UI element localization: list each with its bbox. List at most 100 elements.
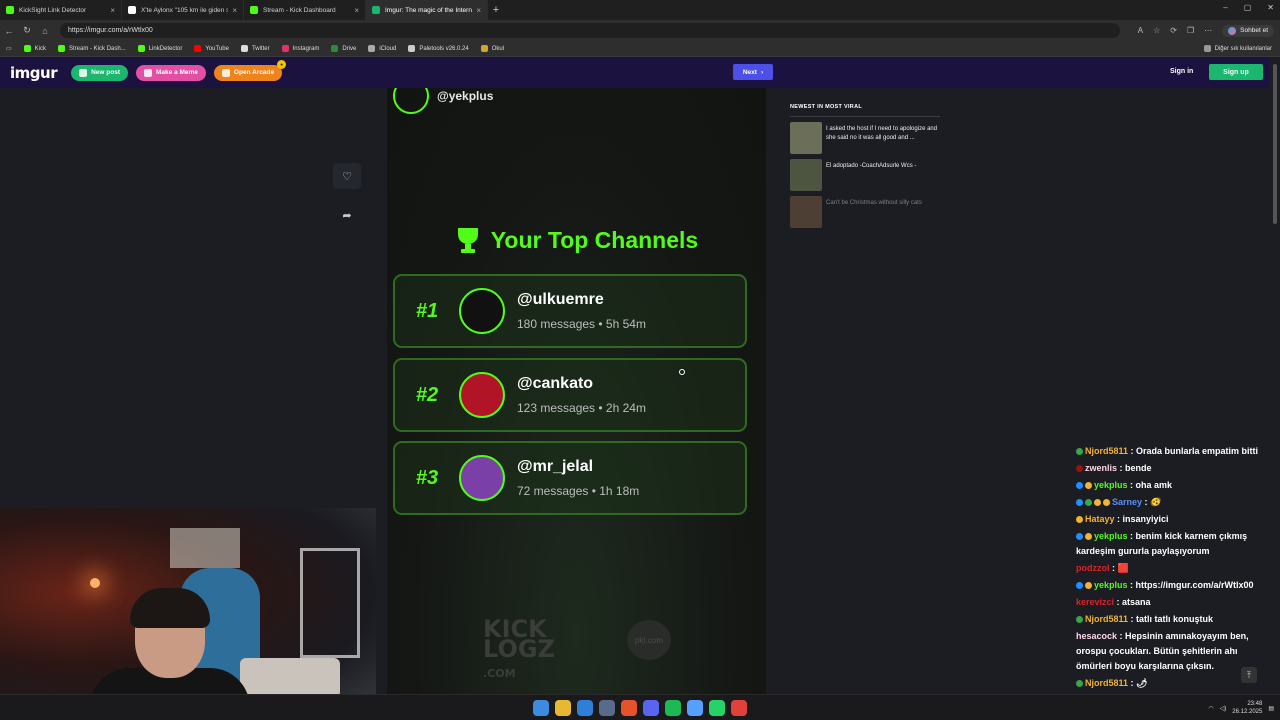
bookmark-item[interactable]: Paletools v26.0.24: [408, 45, 469, 52]
chat-badge-icon: [1076, 499, 1083, 507]
chat-username: Njord5811: [1085, 446, 1129, 456]
chat-text: 🟥: [1117, 563, 1129, 573]
chat-badge-icon: [1085, 482, 1092, 490]
share-button[interactable]: ➦: [333, 202, 361, 228]
edge-icon[interactable]: [577, 700, 593, 716]
browser-tab[interactable]: X'te Aylonx "105 km ile giden sürü×: [122, 0, 244, 20]
app-icon[interactable]: [687, 700, 703, 716]
chat-username: hesacock: [1076, 631, 1118, 641]
shelf: [300, 548, 360, 658]
file-explorer-icon[interactable]: [555, 700, 571, 716]
scroll-to-top-button[interactable]: ⤒: [1241, 667, 1257, 683]
chat-message: yekplus : oha amk: [1072, 477, 1277, 494]
apps-icon[interactable]: ▭: [6, 45, 12, 52]
bookmark-label: Twitter: [251, 45, 270, 52]
viral-post-item[interactable]: Can't be Christmas without silly cats: [790, 196, 940, 228]
new-post-button[interactable]: New post: [71, 64, 128, 81]
bookmark-item[interactable]: Stream - Kick Dash...: [58, 45, 126, 52]
browser-tab[interactable]: KickSight Link Detector ×: [0, 0, 122, 20]
open-arcade-button[interactable]: Open Arcade ●: [213, 59, 287, 81]
chat-username: podzzol: [1076, 563, 1110, 573]
bookmark-favicon-icon: [480, 45, 488, 52]
tab-favicon-icon: [372, 6, 380, 14]
meme-icon: [144, 68, 152, 77]
page-scrollbar-thumb[interactable]: [1273, 64, 1277, 224]
chat-message: Sarney : 🫨: [1072, 494, 1277, 511]
make-meme-button[interactable]: Make a Meme: [136, 64, 206, 81]
chat-text: https://imgur.com/a/rWtlx00: [1135, 580, 1254, 590]
address-bar-row: ← ↻ ⌂ https://imgur.com/a/rWtlx00 A ☆ ⟳ …: [0, 20, 1280, 41]
viral-post-item[interactable]: I asked the host if I need to apologize …: [790, 122, 940, 154]
volume-icon[interactable]: ◁): [1220, 705, 1227, 712]
bookmark-item[interactable]: Drive: [331, 45, 356, 52]
chat-message: yekplus : benim kick karnem çıkmış karde…: [1076, 531, 1248, 556]
sign-up-button[interactable]: Sign up: [1209, 64, 1263, 80]
close-window-icon[interactable]: ✕: [1267, 3, 1274, 12]
tab-title: Stream - Kick Dashboard: [263, 6, 336, 14]
back-icon[interactable]: ←: [0, 26, 18, 36]
bookmark-label: Okul: [491, 45, 505, 52]
reload-icon[interactable]: ↻: [18, 25, 36, 36]
notification-icon[interactable]: ▤: [1268, 705, 1274, 712]
collections-icon[interactable]: ❐: [1187, 26, 1194, 35]
browser-tab[interactable]: Stream - Kick Dashboard ×: [244, 0, 366, 20]
chrome-icon[interactable]: [731, 700, 747, 716]
bookmark-item[interactable]: iCloud: [368, 45, 396, 52]
bookmark-item[interactable]: Okul: [480, 45, 505, 52]
refresh-extension-icon[interactable]: ⟳: [1170, 26, 1177, 35]
channel-info: @ulkuemre 180 messages • 5h 54m: [517, 291, 646, 331]
close-tab-icon[interactable]: ×: [232, 6, 237, 15]
chat-badge-icon: [1076, 465, 1083, 473]
wifi-icon[interactable]: ◠: [1208, 705, 1213, 712]
clock-time: 23:48: [1247, 701, 1263, 707]
next-post-button[interactable]: Next ›: [733, 64, 773, 80]
clock[interactable]: 23:48 26.12.2025: [1232, 700, 1262, 716]
imgur-header: imgur New post Make a Meme Open Arcade ● …: [0, 57, 1280, 88]
discord-icon[interactable]: [643, 700, 659, 716]
folder-icon: [1203, 45, 1211, 52]
chat-badge-icon: [1076, 680, 1083, 688]
close-tab-icon[interactable]: ×: [110, 6, 115, 15]
read-aloud-icon[interactable]: A: [1138, 26, 1143, 35]
chat-username: zwenlis: [1085, 463, 1118, 473]
channel-handle: @mr_jelal: [517, 458, 594, 475]
windows-start-icon[interactable]: [533, 700, 549, 716]
bookmark-label: Kick: [34, 45, 47, 52]
bookmark-item[interactable]: YouTube: [194, 45, 229, 52]
home-icon[interactable]: ⌂: [36, 26, 54, 36]
chat-message: yekplus : https://imgur.com/a/rWtlx00: [1072, 577, 1277, 594]
new-tab-icon[interactable]: +: [488, 4, 504, 16]
bookmark-item[interactable]: Kick: [23, 45, 47, 52]
chat-badge-icon: [1076, 616, 1083, 624]
streamer-webcam: [0, 508, 376, 720]
bookmark-item[interactable]: LinkDetector: [137, 45, 182, 52]
browser-tab[interactable]: Imgur: The magic of the Internet ×: [366, 0, 488, 20]
viral-post-item[interactable]: El adoptado -CoachAdsurle Wcs -: [790, 159, 940, 191]
brave-icon[interactable]: [621, 700, 637, 716]
url-input[interactable]: https://imgur.com/a/rWtlx00: [60, 23, 1120, 38]
copilot-button[interactable]: Sohbet et: [1222, 24, 1274, 37]
maximize-icon[interactable]: ▢: [1244, 3, 1252, 12]
close-tab-icon[interactable]: ×: [354, 6, 359, 15]
bookmark-item[interactable]: Twitter: [240, 45, 270, 52]
close-tab-icon[interactable]: ×: [476, 6, 481, 15]
chat-message: kerevizci : atsana: [1076, 597, 1151, 607]
more-menu-icon[interactable]: ⋯: [1204, 26, 1212, 35]
imgur-logo[interactable]: imgur: [10, 64, 58, 82]
channel-card: #1 @ulkuemre 180 messages • 5h 54m: [393, 274, 747, 348]
next-label: Next: [742, 68, 757, 76]
bookmark-label: Stream - Kick Dash...: [69, 45, 126, 52]
bookmark-item[interactable]: Instagram: [281, 45, 319, 52]
other-favorites-folder[interactable]: Diğer sık kullanılanlar: [1203, 45, 1280, 52]
minimize-icon[interactable]: –: [1223, 3, 1227, 12]
arcade-badge: ●: [277, 59, 287, 69]
sign-in-link[interactable]: Sign in: [1170, 68, 1193, 75]
viral-thumbnail: [790, 159, 822, 191]
bookmark-label: iCloud: [379, 45, 397, 52]
steam-icon[interactable]: [599, 700, 615, 716]
whatsapp-icon[interactable]: [709, 700, 725, 716]
spotify-icon[interactable]: [665, 700, 681, 716]
favorite-star-icon[interactable]: ☆: [1153, 26, 1160, 35]
channel-stats: 180 messages • 5h 54m: [517, 317, 646, 331]
favorite-heart-button[interactable]: ♡: [333, 163, 361, 189]
